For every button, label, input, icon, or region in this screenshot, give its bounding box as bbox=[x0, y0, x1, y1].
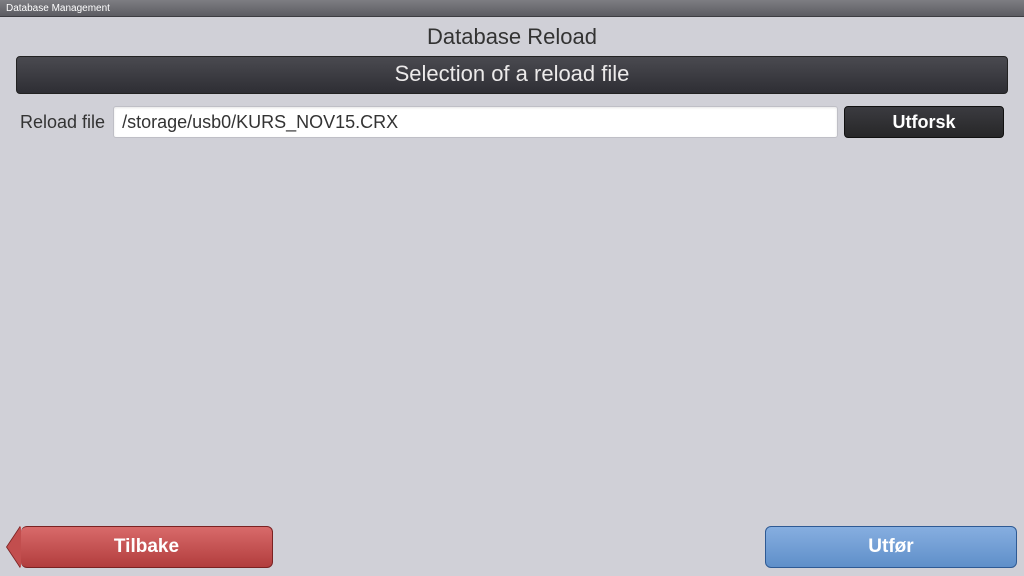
reload-file-label: Reload file bbox=[20, 112, 105, 133]
footer-bar: Tilbake Utfør bbox=[0, 519, 1024, 576]
back-arrow-icon bbox=[7, 526, 21, 568]
execute-button-label: Utfør bbox=[868, 536, 913, 557]
reload-file-input[interactable] bbox=[113, 106, 838, 138]
main-content: Database Reload Selection of a reload fi… bbox=[0, 17, 1024, 576]
back-button[interactable]: Tilbake bbox=[21, 526, 273, 568]
back-button-label: Tilbake bbox=[114, 536, 179, 557]
reload-file-row: Reload file Utforsk bbox=[16, 106, 1008, 138]
browse-button[interactable]: Utforsk bbox=[844, 106, 1004, 138]
execute-button[interactable]: Utfør bbox=[765, 526, 1017, 568]
window-titlebar: Database Management bbox=[0, 0, 1024, 17]
section-header: Selection of a reload file bbox=[16, 56, 1008, 94]
page-title: Database Reload bbox=[16, 24, 1008, 50]
window-title: Database Management bbox=[6, 3, 110, 14]
